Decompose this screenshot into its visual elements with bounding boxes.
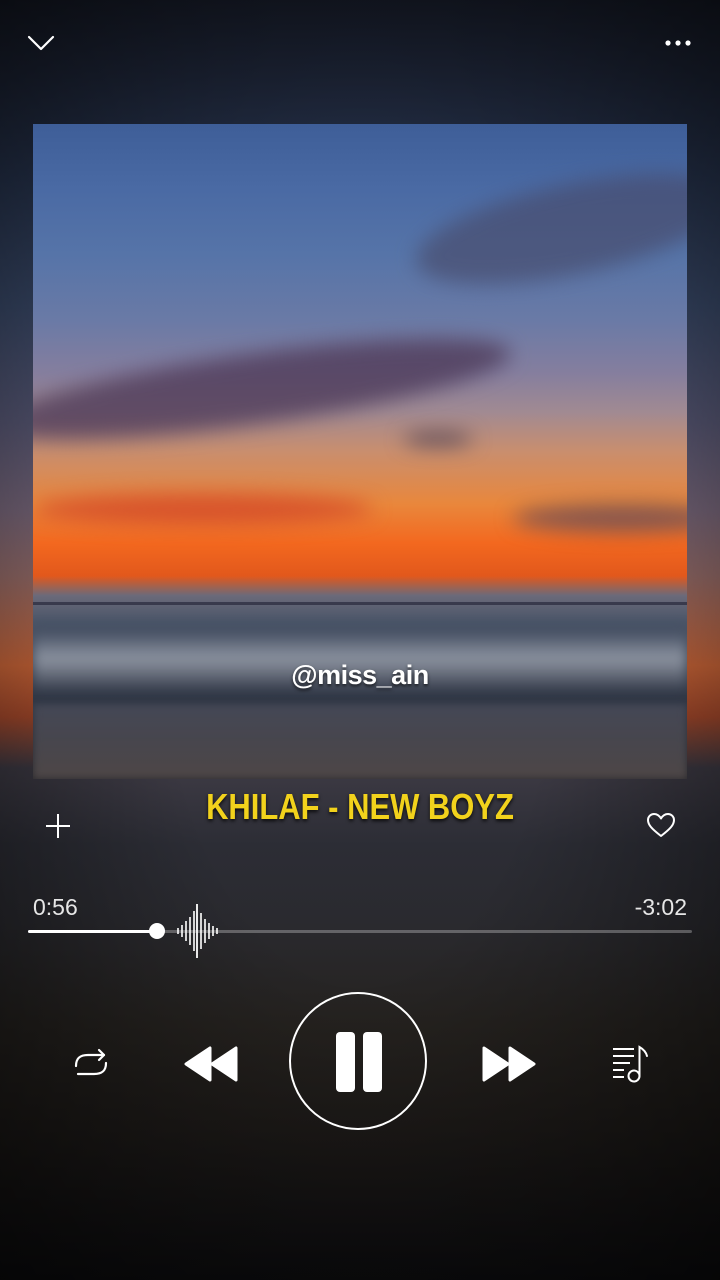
shoreline	[33, 704, 687, 779]
remaining-time: -3:02	[634, 894, 687, 920]
pause-bar	[363, 1032, 382, 1092]
rewind-icon	[184, 1046, 238, 1082]
elapsed-time: 0:56	[33, 894, 78, 920]
cloud	[403, 432, 473, 446]
heart-outline-icon	[647, 813, 675, 837]
more-options-button[interactable]	[656, 30, 700, 56]
plus-icon	[46, 814, 70, 838]
waveform-icon	[177, 904, 218, 958]
previous-track-button[interactable]	[182, 1042, 244, 1086]
like-button[interactable]	[644, 810, 678, 840]
playlist-icon	[613, 1045, 648, 1083]
pause-bar	[336, 1032, 355, 1092]
progress-fill	[28, 930, 157, 933]
watermark-text: @miss_ain	[291, 660, 429, 690]
progress-thumb[interactable]	[148, 923, 165, 939]
queue-button[interactable]	[608, 1040, 654, 1086]
collapse-button[interactable]	[24, 28, 58, 56]
more-horizontal-icon	[665, 40, 691, 46]
cloud	[33, 494, 373, 524]
repeat-icon	[74, 1048, 108, 1076]
repeat-button[interactable]	[68, 1042, 114, 1086]
add-to-library-button[interactable]	[40, 808, 76, 844]
fast-forward-icon	[482, 1046, 536, 1082]
chevron-down-icon	[27, 35, 55, 51]
song-title: KHILAF - NEW BOYZ	[206, 786, 514, 827]
progress-bar[interactable]	[28, 923, 692, 939]
cloud	[407, 151, 687, 307]
horizon	[33, 602, 687, 605]
play-pause-button[interactable]	[289, 992, 427, 1130]
next-track-button[interactable]	[476, 1042, 538, 1086]
cloud	[513, 504, 687, 532]
